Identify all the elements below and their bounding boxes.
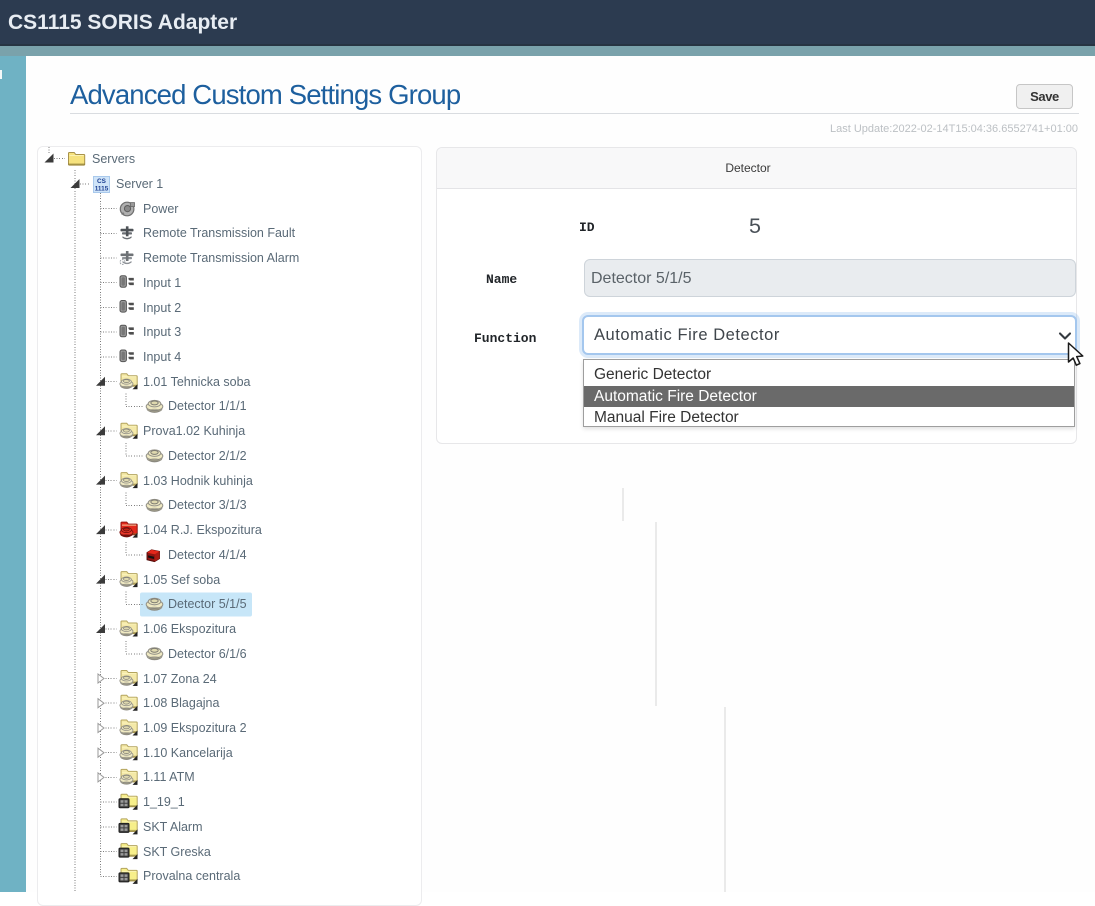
svg-text:CS: CS [97, 178, 107, 185]
svg-text:1115: 1115 [95, 185, 109, 192]
